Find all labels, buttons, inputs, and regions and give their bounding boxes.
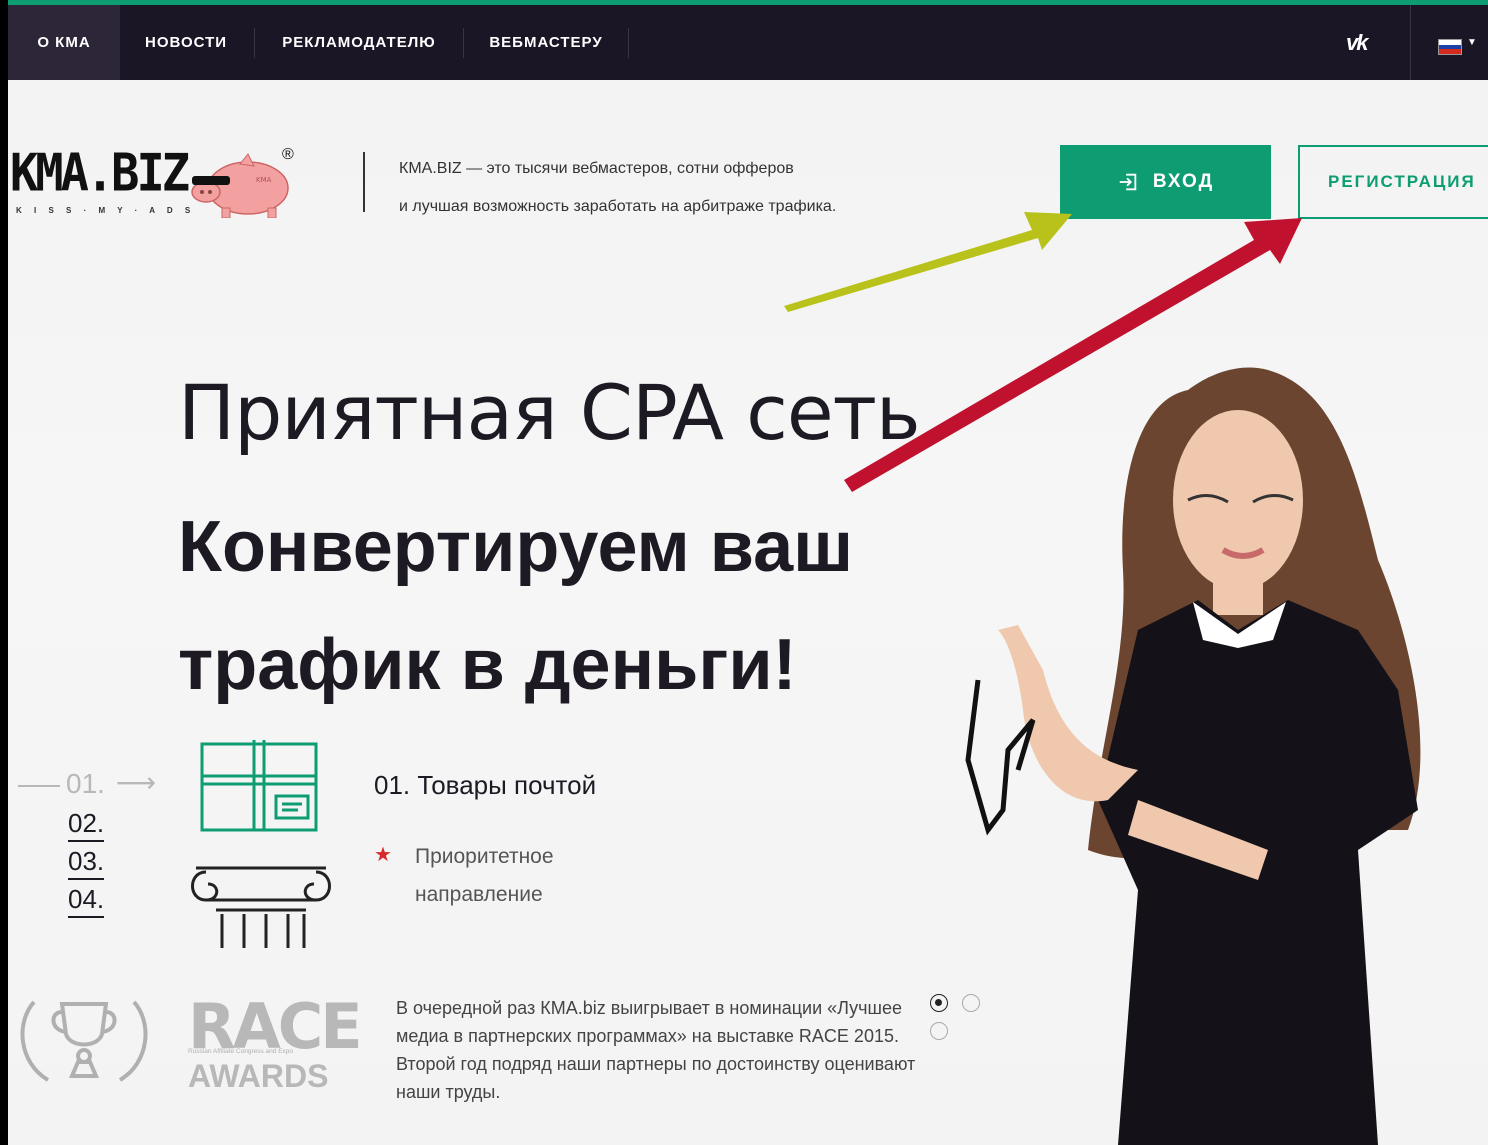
tagline-line-1: КМА.BIZ — это тысячи вебмастеров, сотни …: [399, 160, 794, 177]
nav-item-advertiser[interactable]: РЕКЛАМОДАТЕЛЮ: [255, 5, 463, 80]
hero-title: Конвертируем ваш трафик в деньги!: [178, 507, 854, 705]
header-tagline: КМА.BIZ — это тысячи вебмастеров, сотни …: [399, 150, 836, 226]
vk-icon[interactable]: vk: [1346, 30, 1369, 56]
race-awards-logo: RACE Russian Affiliate Congress and Expo…: [188, 990, 363, 1100]
nav-item-webmaster[interactable]: ВЕБМАСТЕРУ: [464, 5, 628, 80]
hero-subtitle: Приятная CPA сеть: [178, 368, 921, 457]
priority-line-2: направление: [415, 883, 543, 906]
step-indicator-active[interactable]: 01. ⟶: [18, 767, 158, 802]
step-04[interactable]: 04.: [68, 882, 105, 918]
page: О КМА НОВОСТИ РЕКЛАМОДАТЕЛЮ ВЕБМАСТЕРУ v…: [8, 0, 1488, 1145]
priority-line-1: Приоритетное: [415, 845, 554, 868]
tagline-line-2: и лучшая возможность заработать на арбит…: [399, 198, 837, 215]
language-selector[interactable]: ▼: [1410, 5, 1488, 80]
step-02[interactable]: 02.: [68, 806, 105, 842]
nav-item-news[interactable]: НОВОСТИ: [120, 5, 252, 80]
slider-dot-3[interactable]: [930, 1022, 948, 1040]
svg-text:KMA: KMA: [256, 176, 272, 184]
login-button[interactable]: ВХОД: [1060, 145, 1271, 219]
slider-dot-2[interactable]: [962, 994, 980, 1012]
yellow-arrow: [784, 212, 1072, 312]
login-label: ВХОД: [1152, 171, 1215, 192]
race-awards-text: AWARDS: [188, 1058, 329, 1094]
slider-dot-1[interactable]: [930, 994, 948, 1012]
nav-separator: [628, 28, 629, 58]
step-03[interactable]: 03.: [68, 844, 105, 880]
model-photo: [965, 367, 1421, 1145]
login-icon: [1119, 173, 1137, 191]
star-icon: ★: [374, 844, 392, 866]
race-subtitle: Russian Affiliate Congress and Expo: [188, 1048, 294, 1055]
header-divider: [363, 152, 365, 212]
kma-logo[interactable]: KMA.BIZ K I S S · M Y · A D S ® KMA: [10, 140, 310, 230]
logo-tagline: K I S S · M Y · A D S: [16, 206, 196, 215]
chevron-down-icon: ▼: [1467, 37, 1477, 48]
parcel-box-icon: [200, 740, 318, 832]
piggy-bank-icon: KMA: [191, 153, 289, 218]
trophy-icon: [20, 1000, 148, 1082]
register-label: РЕГИСТРАЦИЯ: [1328, 172, 1476, 191]
nav-item-about[interactable]: О КМА: [8, 5, 120, 80]
priority-label: Приоритетное направление: [415, 838, 615, 914]
category-title: 01. Товары почтой: [374, 770, 597, 800]
arrow-right-icon: ⟶: [116, 767, 157, 798]
logo-text: KMA.BIZ: [10, 143, 190, 204]
russia-flag-icon: [1438, 39, 1462, 55]
award-description: В очередной раз КМА.biz выигрывает в ном…: [396, 998, 916, 1102]
step-line: [18, 785, 60, 787]
register-button[interactable]: РЕГИСТРАЦИЯ: [1298, 145, 1488, 219]
step-number: 01.: [66, 768, 105, 799]
column-icon: [191, 866, 331, 948]
